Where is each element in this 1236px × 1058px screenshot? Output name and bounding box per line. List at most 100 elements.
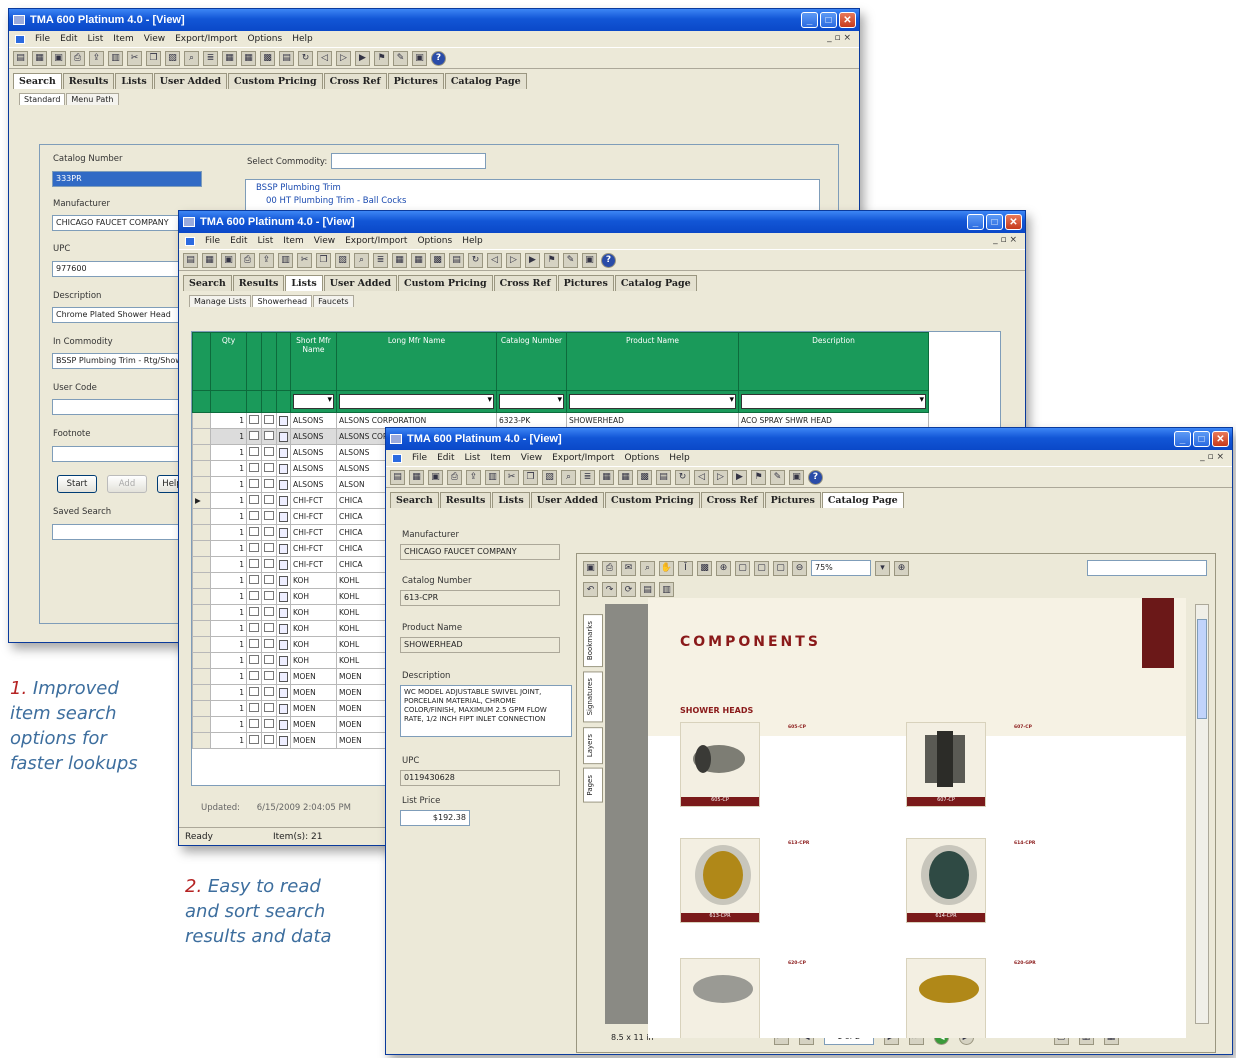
footnote-field[interactable] — [52, 446, 192, 462]
menu-help[interactable]: Help — [292, 34, 313, 44]
document-icon[interactable] — [279, 543, 288, 554]
doc-cell[interactable] — [276, 556, 291, 573]
maximize-icon[interactable]: □ — [986, 214, 1003, 230]
document-icon[interactable] — [279, 463, 288, 474]
checkbox-cell[interactable] — [246, 684, 262, 701]
row-checkbox-icon[interactable] — [264, 511, 274, 520]
start-button[interactable]: Start — [57, 475, 97, 493]
row-checkbox-icon[interactable] — [249, 511, 259, 520]
print-icon[interactable]: ⎙ — [240, 252, 255, 268]
zoom-dropdown-icon[interactable]: ▾ — [875, 560, 890, 576]
menu-list[interactable]: List — [258, 236, 274, 246]
document-icon[interactable] — [279, 559, 288, 570]
menu-list[interactable]: List — [465, 453, 481, 463]
checkbox-cell[interactable] — [246, 604, 262, 621]
doc-cell[interactable] — [276, 444, 291, 461]
pdf-search-field[interactable] — [1087, 560, 1207, 576]
sheet-icon[interactable]: ▥ — [278, 252, 293, 268]
manufacturer-field[interactable]: CHICAGO FAUCET COMPANY — [52, 215, 192, 231]
table2-icon[interactable]: ▦ — [241, 50, 256, 66]
short-mfr-cell[interactable]: KOH — [290, 572, 337, 589]
tab-cross-ref[interactable]: Cross Ref — [493, 275, 557, 291]
copy-icon[interactable]: ❐ — [146, 50, 161, 66]
chart-icon[interactable]: ▩ — [260, 50, 275, 66]
sheet-icon[interactable]: ▥ — [485, 469, 500, 485]
sheet-icon[interactable]: ▥ — [108, 50, 123, 66]
menu-options[interactable]: Options — [417, 236, 452, 246]
mdi-controls[interactable]: _ ▫ × — [993, 235, 1017, 245]
qty-cell[interactable]: 1 — [210, 492, 247, 509]
filter-catalog[interactable] — [499, 394, 564, 409]
flag-icon[interactable]: ⚑ — [751, 469, 766, 485]
pages-icon[interactable]: ▥ — [659, 582, 674, 597]
row-checkbox-icon[interactable] — [249, 463, 259, 472]
short-mfr-cell[interactable]: MOEN — [290, 684, 337, 701]
page-view-icon[interactable]: ▤ — [640, 582, 655, 597]
row-checkbox-icon[interactable] — [264, 415, 274, 424]
menu-file[interactable]: File — [205, 236, 220, 246]
qty-cell[interactable]: 1 — [210, 604, 247, 621]
short-mfr-cell[interactable]: MOEN — [290, 668, 337, 685]
next-icon[interactable]: ▷ — [713, 469, 728, 485]
checkbox-cell[interactable] — [246, 476, 262, 493]
filter-product[interactable] — [569, 394, 736, 409]
menu-item[interactable]: Item — [283, 236, 304, 246]
side-tab-layers[interactable]: Layers — [583, 726, 603, 764]
short-mfr-cell[interactable]: MOEN — [290, 732, 337, 749]
row-selector[interactable] — [192, 540, 211, 557]
select-commodity-field[interactable] — [331, 153, 486, 169]
help-icon[interactable]: ? — [808, 469, 823, 485]
qty-cell[interactable]: 1 — [210, 540, 247, 557]
actual-size-icon[interactable]: ▢ — [735, 560, 750, 576]
short-mfr-cell[interactable]: KOH — [290, 588, 337, 605]
tab-user-added[interactable]: User Added — [153, 73, 228, 89]
short-mfr-cell[interactable]: ALSONS — [290, 444, 337, 461]
tab-custom-pricing[interactable]: Custom Pricing — [228, 73, 323, 89]
title-bar[interactable]: TMA 600 Platinum 4.0 - [View] _ □ ✕ — [9, 9, 859, 31]
table-icon[interactable]: ▦ — [222, 50, 237, 66]
refresh-icon[interactable]: ↻ — [468, 252, 483, 268]
copy-icon[interactable]: ❐ — [523, 469, 538, 485]
hand-icon[interactable]: ✋ — [659, 560, 674, 576]
doc-cell[interactable] — [276, 508, 291, 525]
zoom-in-icon[interactable]: ⊕ — [716, 560, 731, 576]
document-icon[interactable] — [279, 623, 288, 634]
checkbox-cell[interactable] — [261, 684, 277, 701]
row-checkbox-icon[interactable] — [264, 655, 274, 664]
row-checkbox-icon[interactable] — [264, 479, 274, 488]
short-mfr-cell[interactable]: CHI-FCT — [290, 524, 337, 541]
tab-results[interactable]: Results — [62, 73, 115, 89]
checkbox-cell[interactable] — [261, 444, 277, 461]
doc-cell[interactable] — [276, 620, 291, 637]
row-checkbox-icon[interactable] — [249, 607, 259, 616]
tab-cross-ref[interactable]: Cross Ref — [700, 492, 764, 508]
checkbox-cell[interactable] — [246, 556, 262, 573]
row-selector[interactable] — [192, 604, 211, 621]
forward-icon[interactable]: ▶ — [355, 50, 370, 66]
document-icon[interactable] — [279, 639, 288, 650]
row-checkbox-icon[interactable] — [264, 639, 274, 648]
row-selector[interactable] — [192, 444, 211, 461]
tab-custom-pricing[interactable]: Custom Pricing — [398, 275, 493, 291]
row-selector[interactable] — [192, 716, 211, 733]
description-field[interactable]: WC MODEL ADJUSTABLE SWIVEL JOINT, PORCEL… — [400, 685, 572, 737]
doc-cell[interactable] — [276, 636, 291, 653]
save-pdf-icon[interactable]: ▣ — [583, 560, 598, 576]
find-icon[interactable]: ⌕ — [354, 252, 369, 268]
save-icon[interactable]: ▣ — [428, 469, 443, 485]
checkbox-cell[interactable] — [261, 556, 277, 573]
doc-cell[interactable] — [276, 540, 291, 557]
tab-lists[interactable]: Lists — [492, 492, 530, 508]
row-selector[interactable] — [192, 588, 211, 605]
row-checkbox-icon[interactable] — [264, 447, 274, 456]
grid-icon[interactable]: ▦ — [409, 469, 424, 485]
preview-icon[interactable]: ▤ — [390, 469, 405, 485]
row-checkbox-icon[interactable] — [249, 559, 259, 568]
fit-page-icon[interactable]: ▢ — [754, 560, 769, 576]
redo-icon[interactable]: ↷ — [602, 582, 617, 597]
document-icon[interactable] — [279, 687, 288, 698]
checkbox-cell[interactable] — [246, 460, 262, 477]
menu-edit[interactable]: Edit — [230, 236, 247, 246]
qty-cell[interactable]: 1 — [210, 556, 247, 573]
menu-options[interactable]: Options — [247, 34, 282, 44]
